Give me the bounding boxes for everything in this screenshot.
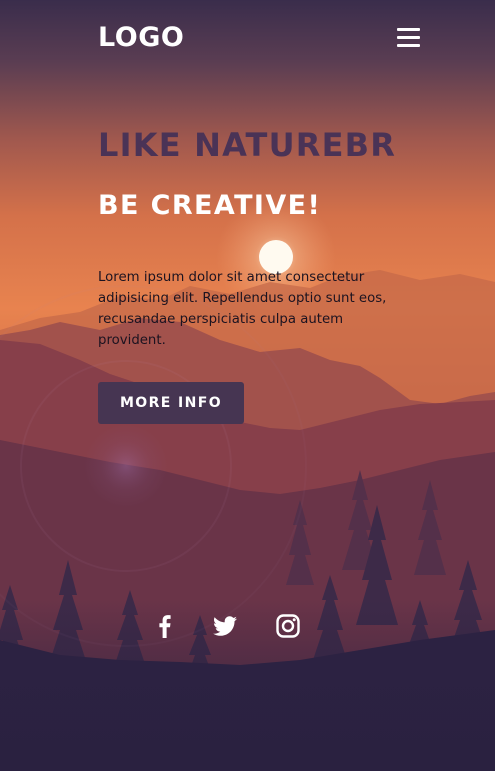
menu-line xyxy=(397,28,420,31)
hero-description: Lorem ipsum dolor sit amet consectetur a… xyxy=(98,270,387,348)
instagram-icon[interactable] xyxy=(275,613,301,639)
hero-content: LOGO LIKE NATUREBR BE CREATIVE! Lorem ip… xyxy=(0,0,495,771)
twitter-icon[interactable] xyxy=(212,613,238,639)
more-info-button[interactable]: MORE INFO xyxy=(98,382,244,424)
menu-line xyxy=(397,44,420,47)
facebook-icon[interactable] xyxy=(152,613,178,639)
hero-subtitle: BE CREATIVE! xyxy=(98,190,322,221)
hero-title: LIKE NATUREBR xyxy=(98,126,397,164)
hamburger-menu-icon[interactable] xyxy=(397,26,420,48)
menu-line xyxy=(397,36,420,39)
logo[interactable]: LOGO xyxy=(98,20,184,56)
